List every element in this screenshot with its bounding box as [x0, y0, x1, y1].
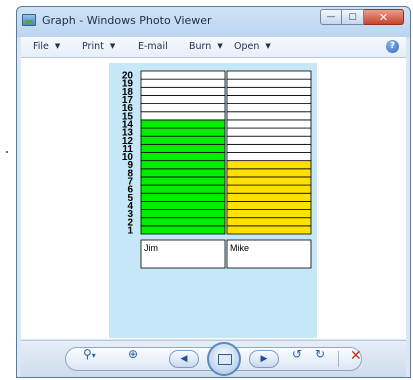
menu-open[interactable]: Open ▼ [234, 41, 271, 52]
menu-print[interactable]: Print ▼ [82, 41, 115, 52]
chevron-down-icon: ▾ [91, 351, 96, 360]
zoom-button[interactable]: ⚲▾ [83, 348, 96, 362]
actual-size-button[interactable]: ⊕ [128, 348, 138, 360]
actual-size-icon: ⊕ [128, 347, 139, 361]
help-icon[interactable]: ? [386, 40, 399, 53]
previous-icon: ◀ [180, 354, 188, 364]
window-title: Graph - Windows Photo Viewer [42, 14, 212, 27]
bar-cell-empty [140, 86, 226, 96]
bar-chart-image: 1 2 3 4 5 6 7 8 9 10 11 12 13 14 15 16 17 18 19 20 Jim Mike [109, 63, 317, 338]
next-icon: ▶ [260, 354, 268, 364]
bar-cell-filled [140, 176, 226, 186]
bar-cell-filled [140, 152, 226, 162]
bar-cell-empty [226, 143, 312, 153]
photo-viewer-app-icon[interactable] [22, 14, 36, 26]
close-button[interactable]: ✕ [364, 9, 404, 25]
bar-cell-filled [140, 200, 226, 210]
next-button[interactable]: ▶ [249, 350, 279, 368]
bar-cell-empty [226, 135, 312, 145]
stray-dot [6, 151, 8, 153]
category-label: Mike [230, 243, 249, 253]
bar-cell-empty [140, 78, 226, 88]
menu-email-label: E-mail [138, 41, 168, 52]
bar-cell-empty [226, 103, 312, 113]
bar-chart: 1234567891011121314151617181920Jim Mike [122, 70, 312, 269]
chevron-down-icon: ▼ [217, 42, 223, 50]
bar-cell-filled [140, 160, 226, 170]
bar-cell-filled [140, 217, 226, 227]
slideshow-button[interactable] [207, 342, 241, 376]
bar-cell-filled [226, 225, 312, 235]
delete-button[interactable]: ✕ [350, 349, 362, 363]
bar-cell-filled [226, 184, 312, 194]
maximize-icon: ▢ [348, 12, 357, 22]
bar-cell-filled [140, 168, 226, 178]
bar-cell-filled [226, 160, 312, 170]
menu-file[interactable]: File ▼ [33, 41, 60, 52]
bar-cell-filled [226, 200, 312, 210]
bar-cell-empty [140, 103, 226, 113]
bar-cell-filled [226, 168, 312, 178]
bar-cell-filled [140, 143, 226, 153]
rotate-clockwise-button[interactable]: ↻ [315, 348, 325, 360]
menu-file-label: File [33, 41, 49, 52]
zoom-icon: ⚲ [83, 347, 92, 361]
menu-burn-label: Burn [189, 41, 212, 52]
menu-open-label: Open [234, 41, 260, 52]
bar-cell-filled [140, 135, 226, 145]
category-label: Jim [144, 243, 158, 253]
bar-cell-empty [226, 111, 312, 121]
chevron-down-icon: ▼ [54, 42, 61, 50]
bar-cell-filled [226, 192, 312, 202]
image-viewer-area: 1 2 3 4 5 6 7 8 9 10 11 12 13 14 15 16 17 18 19 20 Jim Mike [21, 58, 406, 339]
minimize-icon: — [326, 12, 336, 22]
menu-burn[interactable]: Burn ▼ [189, 41, 223, 52]
minimize-button[interactable]: — [320, 9, 342, 25]
bar-cell-filled [140, 192, 226, 202]
bar-cell-filled [140, 184, 226, 194]
menu-email[interactable]: E-mail [138, 41, 168, 52]
bar-cell-empty [140, 70, 226, 80]
bar-cell-empty [226, 86, 312, 96]
bar-cell-filled [140, 225, 226, 235]
menu-print-label: Print [82, 41, 104, 52]
bar-cell-empty [226, 95, 312, 105]
chevron-down-icon: ▼ [265, 42, 271, 50]
bar-cell-filled [226, 217, 312, 227]
bottom-toolbar: ⚲▾ ⊕ ◀ ▶ ↺ ↻ ✕ [21, 340, 406, 377]
bar-cell-empty [226, 152, 312, 162]
bar-cell-empty [226, 127, 312, 137]
chevron-down-icon: ▼ [109, 42, 116, 50]
rotate-cw-icon: ↻ [315, 347, 326, 361]
bar-cell-filled [226, 176, 312, 186]
bar-cell-empty [140, 111, 226, 121]
previous-button[interactable]: ◀ [169, 350, 199, 368]
close-icon: ✕ [378, 10, 389, 24]
rotate-counterclockwise-button[interactable]: ↺ [292, 348, 302, 360]
title-bar[interactable]: Graph - Windows Photo Viewer — ▢ ✕ [17, 7, 410, 35]
y-tick-label: 20 [122, 71, 134, 82]
bar-cell-filled [140, 119, 226, 129]
bar-cell-empty [140, 95, 226, 105]
photo-viewer-window: Graph - Windows Photo Viewer — ▢ ✕ File ▼… [16, 6, 411, 378]
delete-icon: ✕ [350, 348, 362, 364]
maximize-button[interactable]: ▢ [342, 9, 364, 25]
bar-cell-filled [140, 209, 226, 219]
bar-cell-empty [226, 70, 312, 80]
bar-cell-filled [140, 127, 226, 137]
menu-bar: File ▼ Print ▼ E-mail Burn ▼ Open ▼ ? [21, 37, 406, 58]
caption-buttons: — ▢ ✕ [320, 9, 404, 25]
bar-cell-filled [226, 209, 312, 219]
bar-cell-empty [226, 78, 312, 88]
bar-cell-empty [226, 119, 312, 129]
toolbar-separator [338, 351, 339, 367]
rotate-ccw-icon: ↺ [292, 347, 303, 361]
